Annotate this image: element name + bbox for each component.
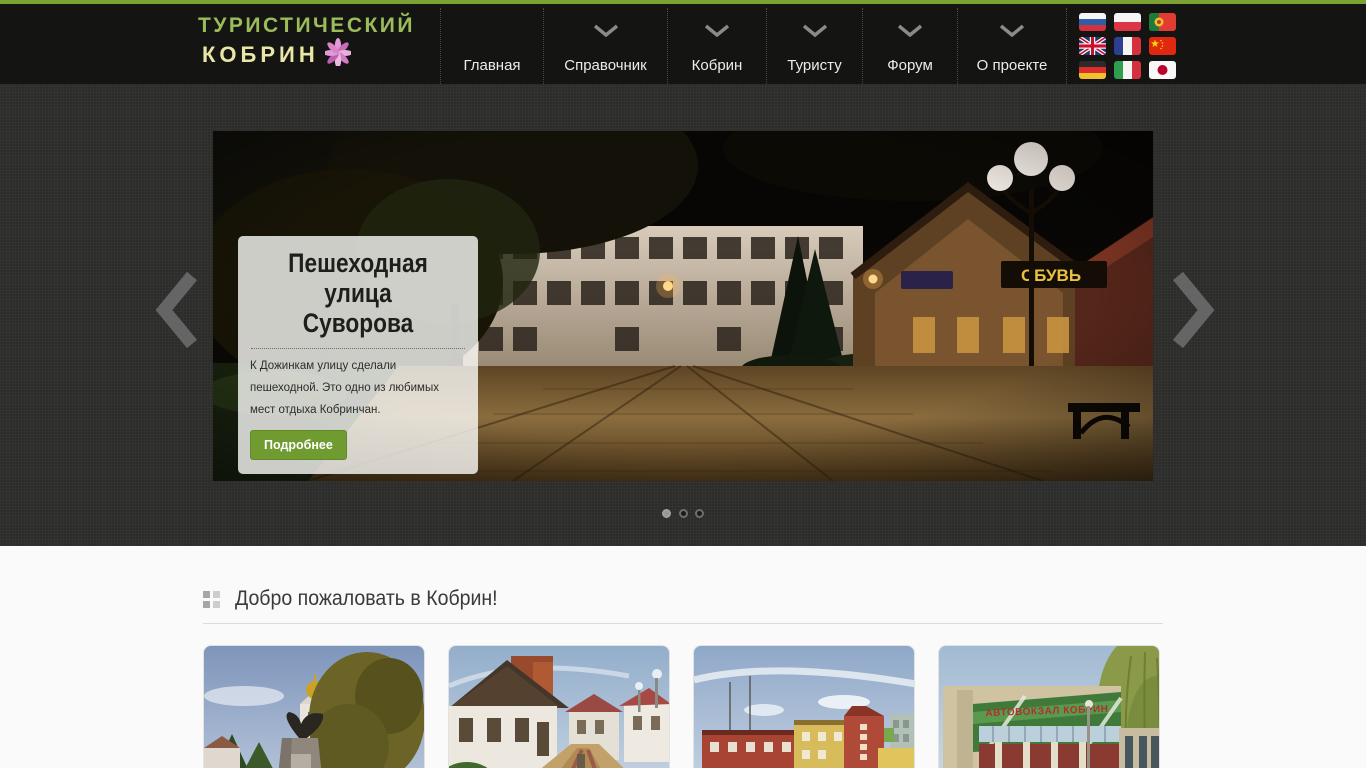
nav-item-home[interactable]: Главная [440, 8, 543, 88]
header: ТУРИСТИЧЕСКИЙ КОБРИН Главная Справочник … [0, 0, 1366, 88]
site-logo[interactable]: ТУРИСТИЧЕСКИЙ КОБРИН [198, 14, 415, 71]
nav-item-tourist[interactable]: Туристу [766, 8, 862, 88]
gallery-card-hotel[interactable] [693, 645, 915, 768]
chevron-down-icon [802, 24, 828, 43]
nav-label: Кобрин [691, 57, 743, 74]
slider-next-button[interactable] [1168, 270, 1218, 350]
hero-slider: ОБУВЬ [0, 84, 1366, 546]
gallery-card-street[interactable] [448, 645, 670, 768]
nav-item-kobrin[interactable]: Кобрин [667, 8, 766, 88]
nav-item-directory[interactable]: Справочник [543, 8, 667, 88]
nav-label: Главная [463, 57, 521, 74]
slider-dot-3[interactable] [694, 509, 704, 519]
chevron-down-icon [999, 24, 1025, 43]
slider-dot-1[interactable] [662, 509, 672, 519]
gallery-card-bus-station[interactable]: АВТОВОКЗАЛ КОБРИН [938, 645, 1160, 768]
chevron-down-icon [704, 24, 730, 43]
nav-label: Справочник [564, 57, 647, 74]
photo-gallery: АВТОВОКЗАЛ КОБРИН [203, 645, 1163, 768]
nav-item-about[interactable]: О проекте [957, 8, 1066, 88]
chevron-down-icon [593, 24, 619, 43]
flag-uk-icon[interactable] [1079, 37, 1106, 55]
slide-caption: Пешеходная улица Суворова К Дожинкам ули… [238, 236, 478, 474]
logo-line2: КОБРИН [202, 41, 319, 67]
nav-item-forum[interactable]: Форум [862, 8, 957, 88]
flag-germany-icon[interactable] [1079, 61, 1106, 79]
chevron-down-icon [897, 24, 923, 43]
slide-photo: ОБУВЬ [213, 131, 1153, 481]
flag-france-icon[interactable] [1114, 37, 1141, 55]
flag-italy-icon[interactable] [1114, 61, 1141, 79]
slider-prev-button[interactable] [152, 270, 202, 350]
main-nav: Главная Справочник Кобрин Туристу Форум [440, 8, 1066, 88]
flag-russia-icon[interactable] [1079, 13, 1106, 31]
slide-description: К Дожинкам улицу сделали пешеходной. Это… [250, 360, 439, 416]
flower-icon [323, 38, 353, 71]
welcome-section: Добро пожаловать в Кобрин! АВТОВОКЗАЛ КО… [0, 546, 1366, 768]
nav-label: Туристу [787, 57, 842, 74]
gallery-card-monument[interactable] [203, 645, 425, 768]
flag-poland-icon[interactable] [1114, 13, 1141, 31]
nav-label: Форум [887, 57, 933, 74]
more-button[interactable]: Подробнее [250, 430, 347, 460]
squares-icon [203, 590, 220, 608]
welcome-heading: Добро пожаловать в Кобрин! [235, 587, 498, 610]
flag-china-icon[interactable] [1149, 37, 1176, 55]
nav-label: О проекте [976, 57, 1048, 74]
flag-portugal-icon[interactable] [1149, 13, 1176, 31]
logo-line1: ТУРИСТИЧЕСКИЙ [198, 14, 415, 37]
slider-dot-2[interactable] [678, 509, 688, 519]
dotted-divider [251, 348, 465, 349]
slide-title: Пешеходная улица Суворова [288, 248, 428, 338]
language-switcher [1066, 8, 1196, 88]
flag-japan-icon[interactable] [1149, 61, 1176, 79]
slider-dots [0, 505, 1366, 523]
